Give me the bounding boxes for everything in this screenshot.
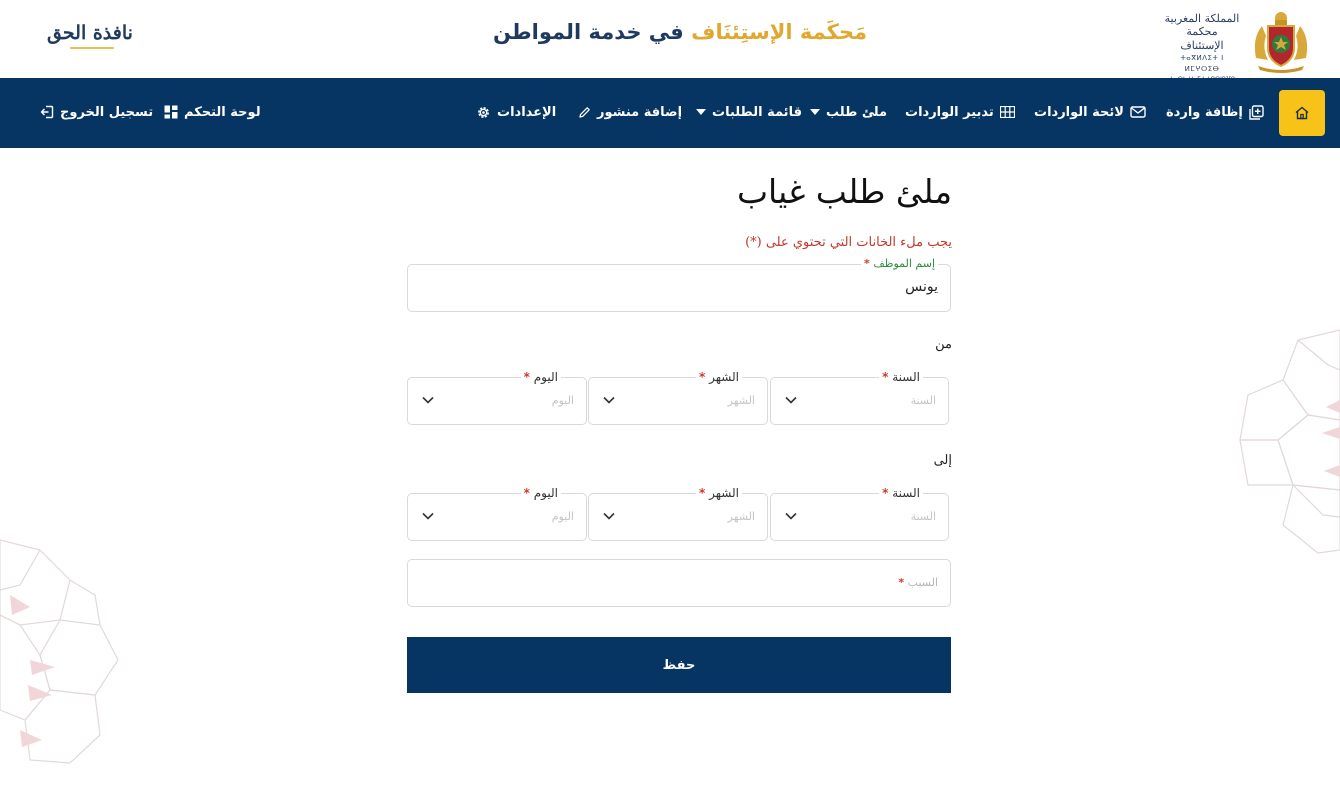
to-month-select[interactable]: الشهر * الشهر bbox=[588, 486, 768, 541]
from-year-label: السنة * bbox=[879, 370, 923, 384]
nav-logout-label: تسجيل الخروج bbox=[60, 104, 154, 120]
kingdom-text-logo: المملكة المغربية محكمة الإستئناف ⵜⴰⴳⵍⴷⵉⵜ… bbox=[1164, 12, 1240, 83]
required-mark: * bbox=[864, 257, 870, 270]
decorative-pattern-left bbox=[0, 539, 119, 764]
to-day-select[interactable]: اليوم * اليوم bbox=[407, 486, 587, 541]
coat-of-arms-logo bbox=[1254, 12, 1308, 73]
brand-underline bbox=[70, 47, 114, 49]
plus-square-icon bbox=[1249, 104, 1264, 120]
kingdom-line3: ⵜⴰⴳⵍⴷⵉⵜ ⵏ ⵍⵎⵖⵔⵉⴱ bbox=[1180, 54, 1224, 73]
chevron-down-icon bbox=[422, 512, 434, 520]
to-year-select[interactable]: السنة * السنة bbox=[770, 486, 949, 541]
pencil-icon bbox=[579, 106, 590, 118]
nav-manage-incoming-label: تدبير الواردات bbox=[905, 104, 994, 120]
employee-name-label-text: إسم الموظف bbox=[873, 257, 935, 270]
nav-fill-request-dropdown[interactable]: ملئ طلب bbox=[810, 100, 887, 124]
from-day-label: اليوم * bbox=[520, 370, 561, 384]
employee-name-value: يونس bbox=[905, 279, 938, 295]
to-month-label: الشهر * bbox=[696, 486, 742, 500]
nav-logout[interactable]: تسجيل الخروج bbox=[40, 100, 153, 124]
required-mark: * bbox=[523, 370, 530, 384]
nav-dashboard[interactable]: لوحة التحكم bbox=[164, 100, 261, 124]
from-month-select[interactable]: الشهر * الشهر bbox=[588, 370, 768, 425]
from-month-label-text: الشهر bbox=[709, 370, 739, 384]
chevron-down-icon bbox=[785, 396, 797, 404]
to-month-placeholder: الشهر bbox=[727, 510, 755, 523]
from-label: من bbox=[935, 337, 952, 352]
site-title-court: مَحكَمة الإستِئنَاف bbox=[691, 20, 868, 44]
required-mark: * bbox=[699, 486, 706, 500]
logout-icon bbox=[40, 105, 54, 119]
home-button[interactable] bbox=[1279, 90, 1325, 136]
dashboard-icon bbox=[164, 105, 178, 119]
from-year-label-text: السنة bbox=[892, 370, 920, 384]
nav-settings-label: الإعدادات bbox=[497, 104, 557, 120]
nav-manage-incoming[interactable]: تدبير الواردات bbox=[905, 100, 1015, 124]
reason-placeholder-text: السبب bbox=[907, 576, 938, 589]
nav-add-post-label: إضافة منشور bbox=[597, 104, 683, 120]
required-mark: * bbox=[699, 370, 706, 384]
nav-fill-request-label: ملئ طلب bbox=[826, 104, 888, 120]
site-title: مَحكَمة الإستِئنَاف في خدمة المواطن bbox=[470, 20, 890, 44]
brand-logo[interactable]: نافذة الحق bbox=[40, 22, 140, 44]
chevron-down-icon bbox=[785, 512, 797, 520]
to-month-label-text: الشهر bbox=[709, 486, 739, 500]
from-month-placeholder: الشهر bbox=[727, 394, 755, 407]
page-title: ملئ طلب غياب bbox=[736, 172, 952, 211]
nav-dashboard-label: لوحة التحكم bbox=[184, 104, 261, 120]
gear-icon bbox=[478, 106, 489, 118]
to-day-placeholder: اليوم bbox=[551, 510, 574, 523]
required-fields-note: يجب ملء الخانات التي تحتوي على (*) bbox=[745, 235, 952, 250]
nav-settings[interactable]: الإعدادات bbox=[476, 100, 556, 124]
main-navbar: إظافة واردة لائحة الواردات تدبير الواردا… bbox=[0, 78, 1340, 148]
nav-incoming-list-label: لائحة الواردات bbox=[1034, 104, 1124, 120]
chevron-down-icon bbox=[422, 396, 434, 404]
required-mark: * bbox=[523, 486, 530, 500]
site-title-tagline: في خدمة المواطن bbox=[492, 20, 684, 44]
from-month-label: الشهر * bbox=[696, 370, 742, 384]
nav-requests-list-dropdown[interactable]: قائمة الطلبات bbox=[696, 100, 802, 124]
nav-add-incoming-label: إظافة واردة bbox=[1166, 104, 1243, 120]
chevron-down-icon bbox=[603, 396, 615, 404]
caret-down-icon bbox=[696, 109, 706, 115]
required-mark: * bbox=[882, 370, 889, 384]
from-year-select[interactable]: السنة * السنة bbox=[770, 370, 949, 425]
nav-add-incoming[interactable]: إظافة واردة bbox=[1166, 100, 1264, 124]
from-day-label-text: اليوم bbox=[533, 370, 558, 384]
chevron-down-icon bbox=[603, 512, 615, 520]
reason-field[interactable]: السبب * bbox=[407, 559, 951, 607]
required-mark: * bbox=[882, 486, 889, 500]
decorative-pattern-right bbox=[1239, 329, 1340, 554]
reason-placeholder: السبب * bbox=[898, 576, 938, 589]
nav-incoming-list[interactable]: لائحة الواردات bbox=[1034, 100, 1146, 124]
to-day-label-text: اليوم bbox=[533, 486, 558, 500]
home-icon bbox=[1295, 106, 1309, 120]
caret-down-icon bbox=[810, 109, 820, 115]
top-header: المملكة المغربية محكمة الإستئناف ⵜⴰⴳⵍⴷⵉⵜ… bbox=[0, 0, 1340, 83]
to-day-label: اليوم * bbox=[520, 486, 561, 500]
nav-add-post[interactable]: إضافة منشور bbox=[578, 100, 682, 124]
envelope-icon bbox=[1130, 106, 1146, 118]
to-year-label: السنة * bbox=[879, 486, 923, 500]
employee-name-field[interactable]: إسم الموظف * يونس bbox=[407, 257, 951, 312]
kingdom-line2: محكمة الإستئناف bbox=[1180, 25, 1224, 52]
employee-name-label: إسم الموظف * bbox=[861, 257, 938, 270]
kingdom-line1: المملكة المغربية bbox=[1164, 12, 1240, 25]
from-year-placeholder: السنة bbox=[910, 394, 936, 407]
from-day-placeholder: اليوم bbox=[551, 394, 574, 407]
nav-requests-list-label: قائمة الطلبات bbox=[712, 104, 802, 120]
to-year-placeholder: السنة bbox=[910, 510, 936, 523]
required-mark: * bbox=[898, 576, 905, 589]
to-year-label-text: السنة bbox=[892, 486, 920, 500]
to-label: إلى bbox=[933, 453, 952, 468]
save-button[interactable]: حفظ bbox=[407, 637, 951, 693]
grid-icon bbox=[999, 106, 1015, 118]
from-day-select[interactable]: اليوم * اليوم bbox=[407, 370, 587, 425]
